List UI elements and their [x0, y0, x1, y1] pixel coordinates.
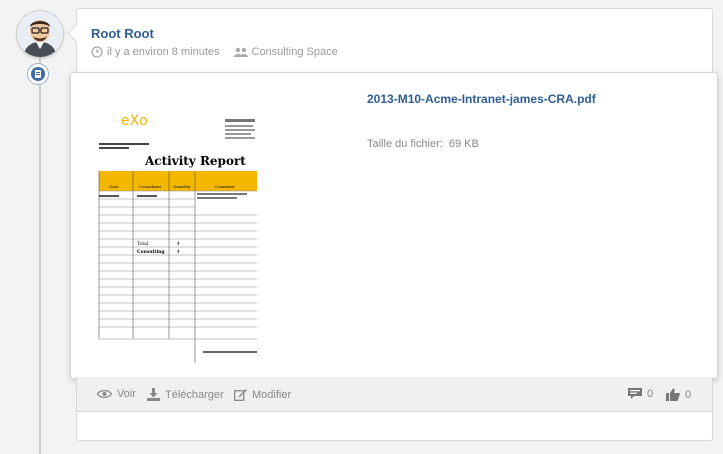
- like-icon: [666, 388, 680, 401]
- thumb-title: Activity Report: [144, 154, 246, 168]
- download-icon: [147, 388, 160, 401]
- thumb-col-quantity: Quantity: [173, 184, 191, 189]
- comment-button[interactable]: 0: [628, 388, 653, 400]
- document-preview-card: eXo Activity Report Date Consultant Quan…: [70, 72, 718, 379]
- comment-area[interactable]: [76, 411, 713, 441]
- document-icon: [31, 67, 45, 81]
- edit-icon: [234, 389, 247, 401]
- actions-bar: Voir Télécharger Modifier 0 0: [76, 377, 713, 411]
- file-size: Taille du fichier: 69 KB: [367, 138, 479, 150]
- download-button[interactable]: Télécharger: [147, 388, 224, 401]
- comment-count: 0: [647, 388, 654, 400]
- view-button[interactable]: Voir: [97, 388, 136, 400]
- author-name[interactable]: Root Root: [91, 26, 154, 41]
- activity-header: Root Root il y a environ 8 minutes Consu…: [76, 8, 713, 79]
- timeline-line: [39, 50, 41, 454]
- activity-time: il y a environ 8 minutes: [107, 46, 220, 58]
- thumb-consulting-value: 4: [177, 249, 180, 255]
- activity-meta: il y a environ 8 minutes Consulting Spac…: [91, 46, 338, 58]
- file-size-value: 69 KB: [448, 138, 479, 150]
- document-thumbnail[interactable]: eXo Activity Report Date Consultant Quan…: [97, 101, 257, 363]
- thumb-total-label: Total: [137, 241, 149, 247]
- thumb-logo: eXo: [121, 113, 148, 129]
- thumb-col-date: Date: [109, 184, 119, 189]
- thumb-total-value: 4: [177, 241, 180, 247]
- file-size-label: Taille du fichier:: [367, 138, 443, 150]
- thumb-col-consultant: Consultant: [139, 184, 162, 189]
- like-count: 0: [685, 388, 692, 401]
- thumb-consulting-label: Consulting: [137, 249, 165, 255]
- avatar-image: [17, 11, 63, 57]
- file-name-link[interactable]: 2013-M10-Acme-Intranet-james-CRA.pdf: [367, 92, 596, 106]
- like-button[interactable]: 0: [666, 388, 691, 401]
- edit-label: Modifier: [252, 388, 292, 401]
- users-icon: [233, 47, 248, 57]
- download-label: Télécharger: [165, 388, 224, 401]
- comment-icon: [628, 388, 642, 399]
- edit-button[interactable]: Modifier: [234, 388, 291, 401]
- eye-icon: [97, 389, 112, 399]
- clock-icon: [91, 46, 103, 58]
- thumb-col-comment: Comment: [215, 184, 235, 189]
- view-label: Voir: [117, 388, 136, 400]
- document-type-badge: [27, 63, 49, 85]
- avatar[interactable]: [16, 10, 64, 58]
- space-link[interactable]: Consulting Space: [252, 46, 338, 58]
